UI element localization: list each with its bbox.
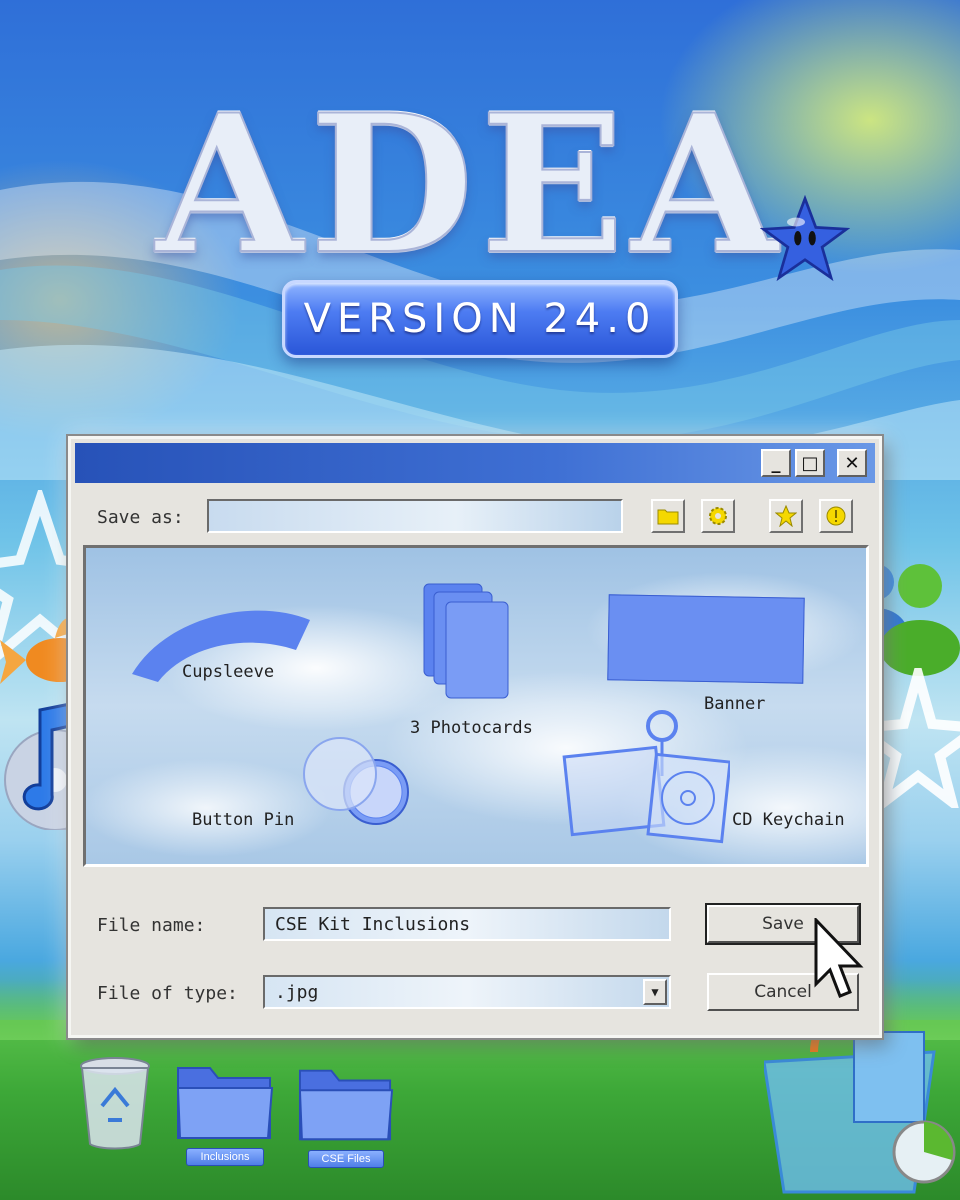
folder-button[interactable] <box>651 499 685 533</box>
star-icon <box>775 505 797 527</box>
folder-icon <box>657 509 679 525</box>
adea-logo: ADEA <box>150 84 850 295</box>
file-type-select[interactable]: .jpg ▼ <box>263 975 671 1009</box>
save-as-label: Save as: <box>97 507 184 528</box>
recycle-bin-icon[interactable] <box>78 1056 152 1152</box>
minimize-button[interactable]: _ <box>761 449 791 477</box>
maximize-button[interactable]: □ <box>795 449 825 477</box>
cd-keychain-label: CD Keychain <box>732 810 845 830</box>
gear-icon <box>709 507 727 525</box>
file-type-value: .jpg <box>275 982 319 1003</box>
cd-keychain-shape[interactable] <box>560 708 730 848</box>
file-type-label: File of type: <box>97 983 238 1004</box>
folder-label: Inclusions <box>186 1148 264 1166</box>
folder-cse-files[interactable]: CSE Files <box>298 1064 396 1172</box>
folder-inclusions[interactable]: Inclusions <box>176 1062 274 1170</box>
folder-icon <box>298 1069 394 1141</box>
close-button[interactable]: ✕ <box>837 449 867 477</box>
file-name-label: File name: <box>97 915 206 936</box>
info-button[interactable] <box>819 499 853 533</box>
favorite-button[interactable] <box>769 499 803 533</box>
folder-label: CSE Files <box>308 1150 384 1168</box>
file-name-input[interactable]: CSE Kit Inclusions <box>263 907 671 941</box>
folder-icon <box>176 1067 274 1139</box>
version-text: VERSION 24.0 <box>303 296 657 342</box>
cupsleeve-label: Cupsleeve <box>182 662 275 682</box>
photocards-shape[interactable] <box>420 582 516 706</box>
mouse-cursor-icon <box>814 918 864 998</box>
banner-shape[interactable] <box>607 594 805 684</box>
dialog-titlebar[interactable]: _ □ ✕ <box>75 443 875 483</box>
chevron-down-icon[interactable]: ▼ <box>643 979 667 1005</box>
logo-title: ADEA <box>155 73 785 296</box>
preview-area: Cupsleeve 3 Photocards Banner Button Pin <box>83 545 869 867</box>
save-dialog: _ □ ✕ Save as: Cupsleeve 3 Photocards Ba… <box>68 436 882 1038</box>
save-as-input[interactable] <box>207 499 623 533</box>
version-badge: VERSION 24.0 <box>282 280 678 358</box>
star-icon <box>760 195 850 282</box>
photocards-label: 3 Photocards <box>410 718 533 738</box>
button-pin-shape[interactable] <box>300 734 412 834</box>
button-pin-label: Button Pin <box>192 810 295 830</box>
gear-button[interactable] <box>701 499 735 533</box>
info-icon <box>826 506 846 526</box>
